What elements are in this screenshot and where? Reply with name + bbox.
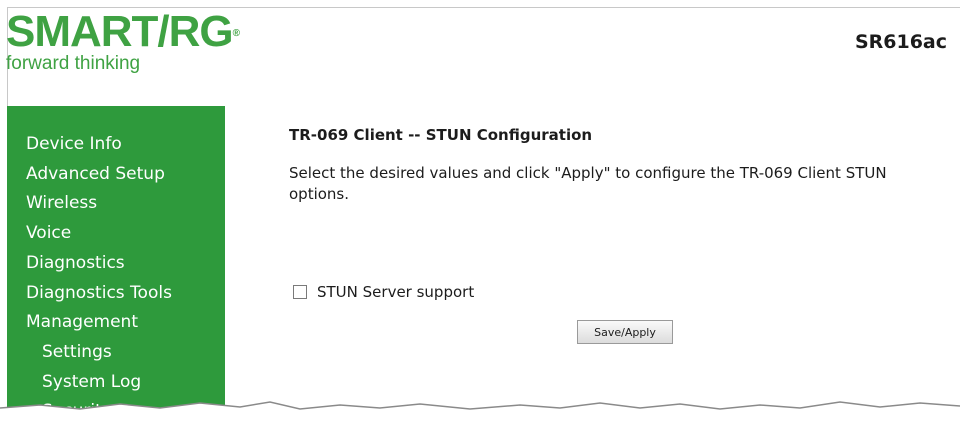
smartrg-logo: SMART/RG® forward thinking: [6, 7, 240, 74]
sidebar-item-voice[interactable]: Voice: [7, 219, 225, 249]
logo-brand: SMART/RG: [6, 7, 234, 56]
description-line-1: Select the desired values and click "App…: [289, 164, 887, 182]
logo-tagline: forward thinking: [6, 53, 141, 74]
page-title: TR-069 Client -- STUN Configuration: [289, 126, 593, 144]
stun-server-option[interactable]: STUN Server support: [293, 283, 474, 301]
main-content: TR-069 Client -- STUN Configuration Sele…: [289, 126, 960, 205]
stun-server-checkbox[interactable]: [293, 285, 307, 299]
sidebar-item-settings[interactable]: Settings: [7, 338, 225, 368]
stun-server-label: STUN Server support: [317, 283, 475, 301]
sidebar-item-diagnostics[interactable]: Diagnostics: [7, 249, 225, 279]
sidebar-item-system-log[interactable]: System Log: [7, 368, 225, 398]
torn-edge-decoration: [0, 401, 960, 417]
sidebar-item-management[interactable]: Management: [7, 308, 225, 338]
sidebar-item-advanced-setup[interactable]: Advanced Setup: [7, 160, 225, 190]
save-apply-button[interactable]: Save/Apply: [577, 320, 673, 344]
sidebar-item-diagnostics-tools[interactable]: Diagnostics Tools: [7, 279, 225, 309]
nav-menu: Device Info Advanced Setup Wireless Voic…: [7, 106, 225, 427]
description-line-2: options.: [289, 185, 350, 203]
page-description: Select the desired values and click "App…: [289, 163, 960, 205]
registered-mark: ®: [232, 28, 240, 39]
model-name: SR616ac: [854, 31, 947, 53]
sidebar-item-device-info[interactable]: Device Info: [7, 130, 225, 160]
sidebar-item-wireless[interactable]: Wireless: [7, 189, 225, 219]
sidebar-nav: Device Info Advanced Setup Wireless Voic…: [7, 106, 225, 421]
